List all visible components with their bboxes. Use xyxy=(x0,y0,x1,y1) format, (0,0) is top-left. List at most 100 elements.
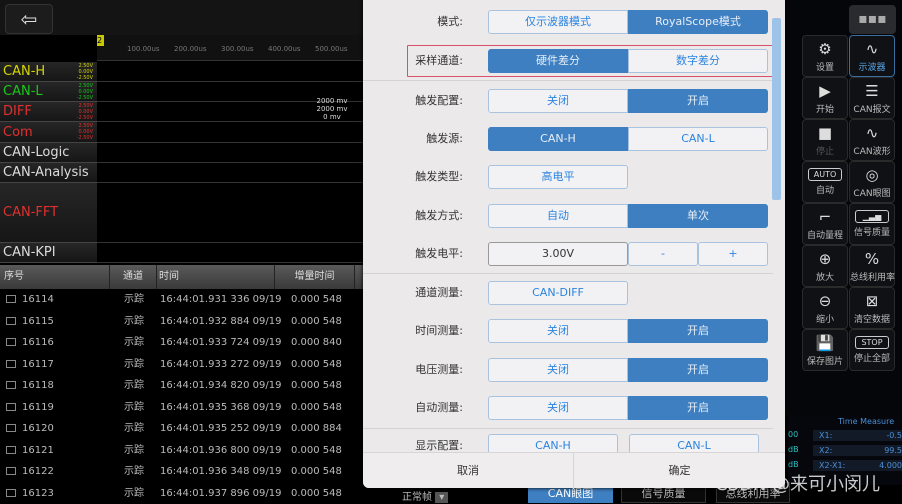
col-delta[interactable]: 增量时间 xyxy=(275,265,355,289)
tile-stop-all[interactable]: STOP停止全部 xyxy=(849,329,895,371)
frame-icon xyxy=(6,381,16,389)
dialog-scrollbar[interactable] xyxy=(772,18,781,200)
channel-com[interactable]: Com2.50V0.00V-2.50V xyxy=(0,122,97,143)
tile-oscilloscope[interactable]: ∿示波器 xyxy=(849,35,895,77)
delta-cell: 0.000 548 xyxy=(291,375,342,397)
tile-document[interactable]: ☰CAN报文 xyxy=(849,77,895,119)
channel-can-h[interactable]: CAN-H2.50V0.00V-2.50V xyxy=(0,62,97,82)
time-cell: 16:44:01.935 252 09/19 xyxy=(160,418,281,440)
channel-can-fft[interactable]: CAN-FFT xyxy=(0,183,97,243)
trigger-config-option[interactable]: 开启 xyxy=(628,89,768,113)
table-row[interactable]: 16123示踪16:44:01.937 896 09/190.000 548 xyxy=(0,483,363,504)
tile-stop[interactable]: ■停止 xyxy=(802,119,848,161)
frame-filter-value: 正常帧 xyxy=(402,492,432,503)
table-row[interactable]: 16115示踪16:44:01.932 884 09/190.000 548 xyxy=(0,311,363,333)
auto-measure-option[interactable]: 关闭 xyxy=(488,396,628,420)
table-row[interactable]: 16121示踪16:44:01.936 800 09/190.000 548 xyxy=(0,440,363,462)
table-row[interactable]: 16119示踪16:44:01.935 368 09/190.000 548 xyxy=(0,397,363,419)
channel-label: CAN-L xyxy=(3,84,43,99)
channel-diff[interactable]: DIFF2.50V0.00V-2.50V xyxy=(0,102,97,122)
seq-value: 16122 xyxy=(22,466,54,477)
channel-can-l[interactable]: CAN-L2.50V0.00V-2.50V xyxy=(0,82,97,102)
stop-all-icon: STOP xyxy=(855,336,889,349)
trigger-marker[interactable]: 2 xyxy=(97,35,104,46)
channel-cell: 示踪 xyxy=(124,375,144,397)
tile-waveform[interactable]: ∿CAN波形 xyxy=(849,119,895,161)
waveform-lane xyxy=(97,143,363,163)
voltage-measure-option[interactable]: 开启 xyxy=(628,358,768,382)
back-button[interactable]: ⇦ xyxy=(5,4,53,34)
mode-option[interactable]: 仅示波器模式 xyxy=(488,10,628,34)
col-time[interactable]: 时间 xyxy=(157,265,275,289)
trigger-config-option[interactable]: 关闭 xyxy=(488,89,628,113)
table-row[interactable]: 16117示踪16:44:01.933 272 09/190.000 548 xyxy=(0,354,363,376)
delta-cell: 0.000 548 xyxy=(291,289,342,311)
time-measure-option[interactable]: 关闭 xyxy=(488,319,628,343)
delta-cell: 0.000 548 xyxy=(291,354,342,376)
channel-label: CAN-FFT xyxy=(3,205,58,220)
trigger-mode-option[interactable]: 自动 xyxy=(488,204,628,228)
table-row[interactable]: 16118示踪16:44:01.934 820 09/190.000 548 xyxy=(0,375,363,397)
trigger-level-plus-button[interactable]: + xyxy=(698,242,768,266)
tile-label: 总线利用率 xyxy=(850,273,895,283)
arrow-left-icon: ⇦ xyxy=(21,7,38,31)
cancel-button[interactable]: 取消 xyxy=(363,453,574,489)
tm-value: 4.000 xyxy=(879,460,902,471)
tile-ruler[interactable]: ⌐自动量程 xyxy=(802,203,848,245)
channel-volts: 2.50V0.00V-2.50V xyxy=(77,103,93,121)
channel-can-logic[interactable]: CAN-Logic xyxy=(0,143,97,163)
table-row[interactable]: 16116示踪16:44:01.933 724 09/190.000 840 xyxy=(0,332,363,354)
frame-filter-dropdown[interactable]: 正常帧 ▾ xyxy=(402,488,448,503)
tile-gear[interactable]: ⚙设置 xyxy=(802,35,848,77)
voltage-measure-option[interactable]: 关闭 xyxy=(488,358,628,382)
channel-can-kpi[interactable]: CAN-KPI xyxy=(0,243,97,263)
table-row[interactable]: 16120示踪16:44:01.935 252 09/190.000 884 xyxy=(0,418,363,440)
tile-signal-bars[interactable]: ▁▃▅信号质量 xyxy=(849,203,895,245)
channel-volts: 2.50V0.00V-2.50V xyxy=(77,123,93,141)
mode-label: 模式: xyxy=(437,10,463,34)
tile-auto[interactable]: AUTO自动 xyxy=(802,161,848,203)
play-icon: ▶ xyxy=(803,80,847,102)
seq-value: 16120 xyxy=(22,423,54,434)
tile-eye-diagram[interactable]: ◎CAN眼图 xyxy=(849,161,895,203)
tile-zoom-out[interactable]: ⊖缩小 xyxy=(802,287,848,329)
mv-label: 2000 mv xyxy=(307,105,357,113)
grid-menu-icon[interactable]: ▪▪▪ xyxy=(849,5,896,34)
trigger-level-minus-button[interactable]: - xyxy=(628,242,698,266)
table-row[interactable]: 16114示踪16:44:01.931 336 09/190.000 548 xyxy=(0,289,363,311)
tile-play[interactable]: ▶开始 xyxy=(802,77,848,119)
seq-value: 16123 xyxy=(22,488,54,499)
channel-measure-select[interactable]: CAN-DIFF xyxy=(488,281,628,305)
seq-cell: 16120 xyxy=(6,418,54,440)
trigger-source-option[interactable]: CAN-H xyxy=(488,127,628,151)
trigger-type-select[interactable]: 高电平 xyxy=(488,165,628,189)
auto-measure-option[interactable]: 开启 xyxy=(628,396,768,420)
trigger-mode-option[interactable]: 单次 xyxy=(628,204,768,228)
table-row[interactable]: 16122示踪16:44:01.936 348 09/190.000 548 xyxy=(0,461,363,483)
frame-icon xyxy=(6,295,16,303)
waveform-icon: ∿ xyxy=(850,122,894,144)
time-cell: 16:44:01.937 896 09/19 xyxy=(160,483,281,504)
time-measure-option[interactable]: 开启 xyxy=(628,319,768,343)
tile-save[interactable]: 💾保存图片 xyxy=(802,329,848,371)
tile-clear-data[interactable]: ⊠清空数据 xyxy=(849,287,895,329)
auto-icon: AUTO xyxy=(808,168,842,181)
col-channel[interactable]: 通道 xyxy=(110,265,157,289)
seq-cell: 16122 xyxy=(6,461,54,483)
channel-cell: 示踪 xyxy=(124,461,144,483)
waveform-lane xyxy=(97,183,363,243)
time-cell: 16:44:01.931 336 09/19 xyxy=(160,289,281,311)
tm-left-value: dB xyxy=(788,460,799,469)
col-seq[interactable]: 序号 xyxy=(0,265,110,289)
trigger-source-option[interactable]: CAN-L xyxy=(628,127,768,151)
tile-zoom-in[interactable]: ⊕放大 xyxy=(802,245,848,287)
trigger-level-input[interactable]: 3.00V xyxy=(488,242,628,266)
volt-label: -2.50V xyxy=(77,135,93,141)
clear-data-icon: ⊠ xyxy=(850,290,894,312)
trigger-type-label: 触发类型: xyxy=(415,165,463,189)
mode-option[interactable]: RoyalScope模式 xyxy=(628,10,768,34)
tile-bus-usage[interactable]: % 总线利用率 xyxy=(849,245,895,287)
bus-usage-icon: % xyxy=(850,248,894,270)
channel-can-analysis[interactable]: CAN-Analysis xyxy=(0,163,97,183)
channel-label: CAN-KPI xyxy=(3,245,56,260)
